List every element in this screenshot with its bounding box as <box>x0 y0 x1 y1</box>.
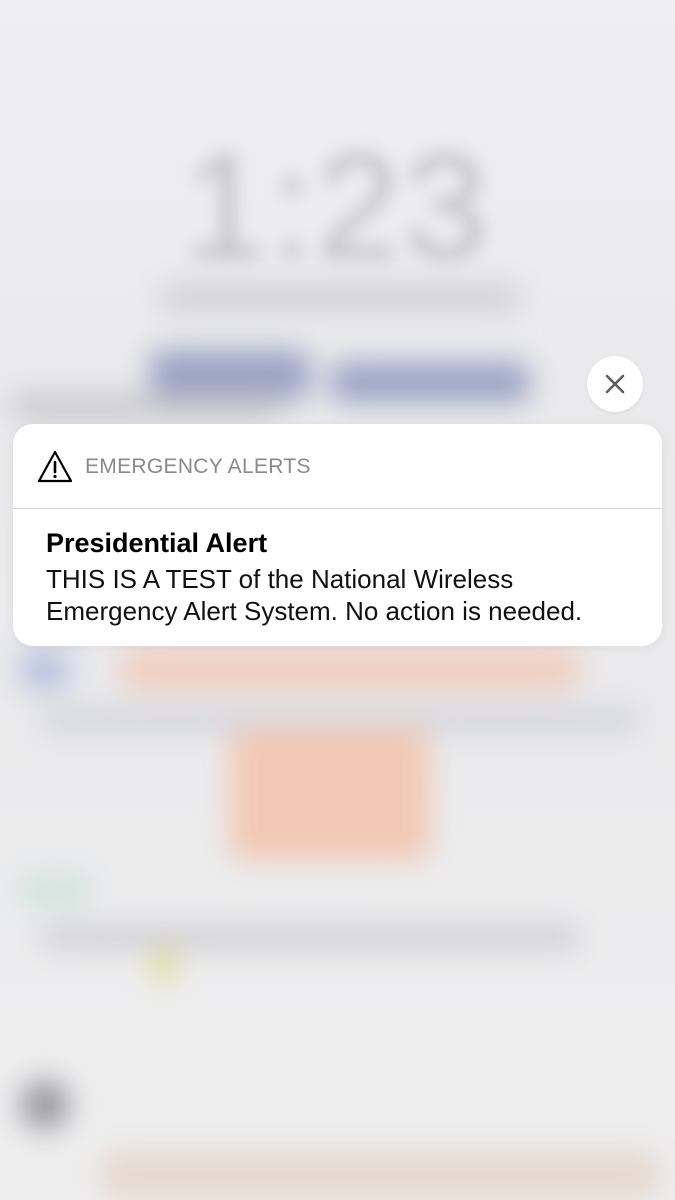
header-divider <box>13 508 662 509</box>
alert-message: THIS IS A TEST of the National Wireless … <box>46 564 583 626</box>
warning-triangle-icon <box>37 450 73 483</box>
close-icon <box>605 374 625 394</box>
alert-header: EMERGENCY ALERTS <box>13 424 662 508</box>
close-button[interactable] <box>587 356 643 412</box>
app-name: EMERGENCY ALERTS <box>85 455 311 478</box>
emergency-alert-notification[interactable]: EMERGENCY ALERTS Presidential Alert THIS… <box>13 424 662 646</box>
alert-title: Presidential Alert <box>46 528 268 558</box>
